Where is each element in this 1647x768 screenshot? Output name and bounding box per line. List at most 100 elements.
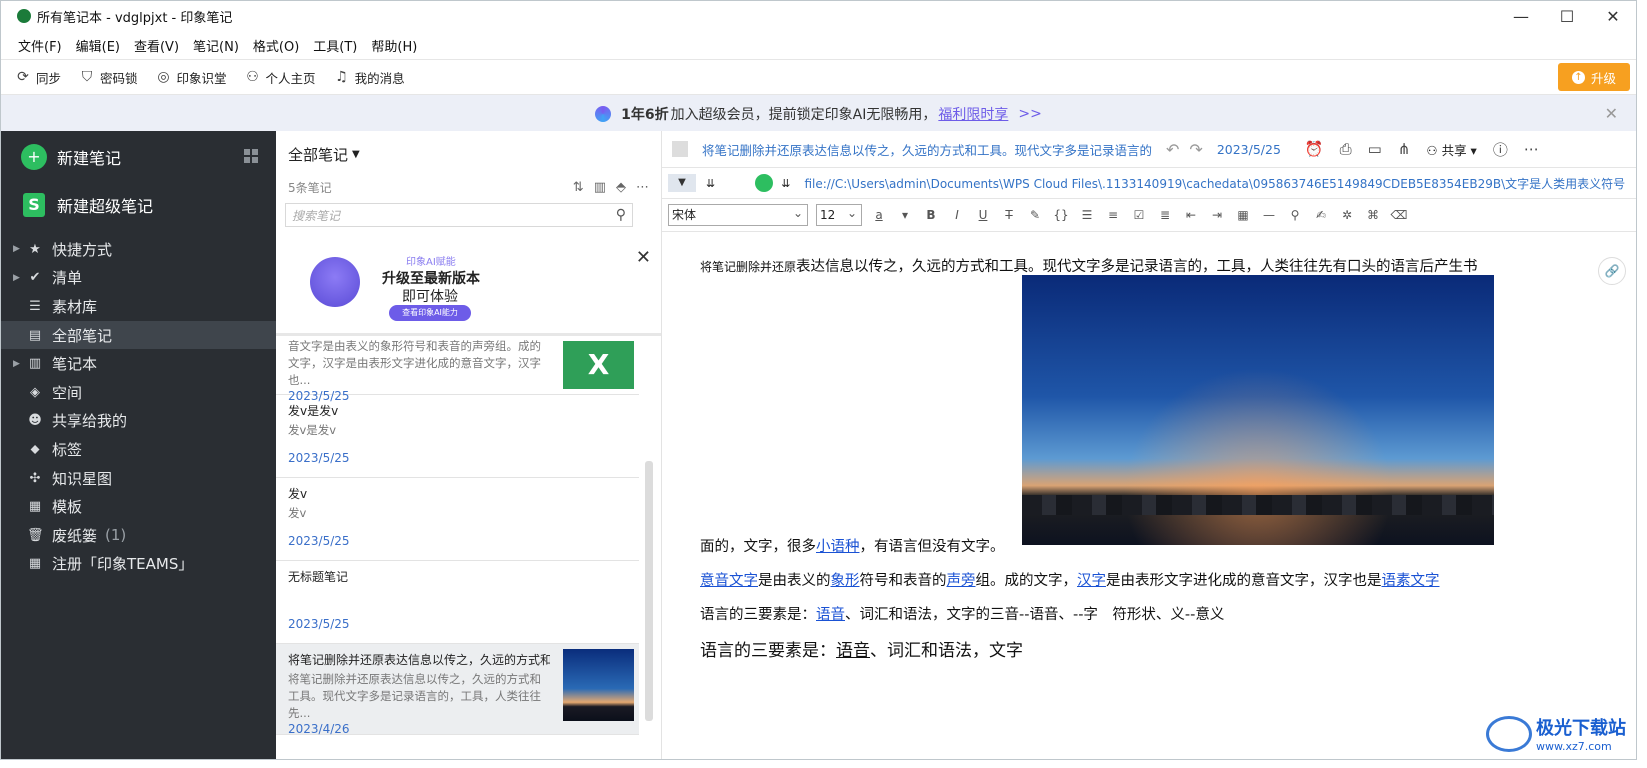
notebook-dropdown[interactable]: ▼: [668, 174, 696, 192]
info-icon[interactable]: ⓘ: [1493, 139, 1508, 160]
menu-note[interactable]: 笔记(N): [193, 36, 239, 55]
caret-right-icon[interactable]: ▶: [13, 273, 25, 283]
font-size-select[interactable]: 12: [816, 203, 862, 226]
close-icon[interactable]: ✕: [1605, 104, 1618, 123]
mindmap-icon[interactable]: ✲: [1338, 208, 1356, 222]
sidebar-item-all-notes[interactable]: ▤ 全部笔记: [1, 320, 276, 350]
sidebar-item-shared[interactable]: ☻ 共享给我的: [1, 407, 276, 436]
underline-icon[interactable]: U: [974, 208, 992, 222]
note-title[interactable]: 将笔记删除并还原表达信息以传之，久远的方式和工具。现代文字多是记录语言的: [702, 140, 1152, 159]
double-chevron-icon[interactable]: ⇊: [706, 177, 715, 190]
sidebar-item-teams[interactable]: ▦ 注册「印象TEAMS」: [1, 550, 276, 579]
upgrade-button[interactable]: ↑ 升级: [1558, 63, 1630, 91]
list-item[interactable]: 发v 发v 2023/5/25: [276, 478, 639, 561]
link[interactable]: 汉字: [1077, 573, 1106, 589]
text-color-icon[interactable]: a: [870, 208, 888, 222]
chevron-down-icon[interactable]: ▾: [896, 208, 914, 222]
divider-icon[interactable]: —: [1260, 208, 1278, 222]
list-item[interactable]: 将笔记删除并还原表达信息以传之，久远的方式和... 将笔记删除并还原表达信息以传…: [276, 644, 639, 736]
sidebar-item-shortcuts[interactable]: ▶ ★ 快捷方式: [1, 235, 276, 264]
sort-icon[interactable]: ⇅: [573, 180, 584, 195]
redo-icon[interactable]: ↷: [1189, 140, 1202, 159]
link[interactable]: 小语种: [816, 539, 860, 555]
sidebar-item-templates[interactable]: ▦ 模板: [1, 492, 276, 521]
new-note-button[interactable]: + 新建笔记: [1, 131, 276, 183]
lock-icon[interactable]: [755, 174, 774, 192]
italic-icon[interactable]: I: [948, 208, 966, 222]
table-icon[interactable]: ▦: [1234, 208, 1252, 222]
command-icon[interactable]: ⌘: [1364, 208, 1382, 222]
sidebar-item-material[interactable]: ☰ 素材库: [1, 292, 276, 321]
promo-arrows[interactable]: >>: [1018, 106, 1041, 122]
sidebar-item-checklist[interactable]: ▶ ✔ 清单: [1, 264, 276, 293]
link[interactable]: 意音文字: [700, 573, 758, 589]
undo-icon[interactable]: ↶: [1166, 140, 1179, 159]
pen-icon[interactable]: ✍: [1312, 208, 1330, 222]
sidebar-item-knowledge-graph[interactable]: ✣ 知识星图: [1, 464, 276, 493]
bold-icon[interactable]: B: [922, 208, 940, 222]
minimize-button[interactable]: —: [1498, 7, 1544, 26]
evernote-logo-icon: [17, 9, 31, 23]
search-icon[interactable]: ⚲: [616, 207, 626, 223]
numbered-list-icon[interactable]: ≡: [1104, 208, 1122, 222]
search-input[interactable]: 搜索笔记 ⚲: [285, 203, 633, 227]
print-icon[interactable]: ⎙: [1340, 140, 1352, 158]
scrollbar[interactable]: [645, 461, 653, 721]
more-icon[interactable]: ⋯: [636, 180, 649, 195]
code-icon[interactable]: {}: [1052, 208, 1070, 222]
share-network-icon[interactable]: ⋔: [1398, 140, 1411, 158]
indent-icon[interactable]: ⇥: [1208, 208, 1226, 222]
caret-right-icon[interactable]: ▶: [13, 244, 25, 254]
sidebar-item-notebooks[interactable]: ▶ ▥ 笔记本: [1, 349, 276, 378]
caret-right-icon[interactable]: ▶: [13, 359, 25, 369]
list-item[interactable]: 音文字是由表义的象形符号和表音的声旁组。成的文字，汉字是由表形文字进化成的意音文…: [276, 338, 639, 403]
new-super-note-button[interactable]: S 新建超级笔记: [1, 183, 276, 227]
link[interactable]: 语音: [816, 607, 845, 623]
highlight-icon[interactable]: ✎: [1026, 208, 1044, 222]
share-button[interactable]: ⚇ 共享 ▾: [1426, 140, 1476, 159]
list-item[interactable]: 发v是发v 发v是发v 2023/5/25: [276, 395, 639, 478]
tag-filter-icon[interactable]: ⬘: [616, 180, 626, 195]
link-icon[interactable]: 🔗: [1598, 257, 1626, 285]
menu-format[interactable]: 格式(O): [253, 36, 299, 55]
grid-icon[interactable]: [244, 149, 258, 163]
list-item[interactable]: 无标题笔记 2023/5/25: [276, 561, 639, 644]
sidebar-item-trash[interactable]: 🗑 废纸篓 (1): [1, 521, 276, 550]
sync-button[interactable]: ⟳ 同步: [15, 68, 61, 87]
profile-button[interactable]: ⚇ 个人主页: [245, 68, 315, 87]
embedded-image[interactable]: [1022, 275, 1494, 545]
menu-edit[interactable]: 编辑(E): [76, 36, 120, 55]
sidebar-item-spaces[interactable]: ◈ 空间: [1, 378, 276, 407]
more-icon[interactable]: ⋯: [1524, 140, 1539, 158]
maximize-button[interactable]: ☐: [1544, 7, 1590, 26]
checkbox-icon[interactable]: ☑: [1130, 208, 1148, 222]
attachment-icon[interactable]: ⚲: [1286, 208, 1304, 222]
note-list-header[interactable]: 全部笔记 ▼: [276, 131, 661, 177]
layout-icon[interactable]: ▥: [594, 180, 606, 195]
password-lock-button[interactable]: ⛉ 密码锁: [79, 68, 138, 87]
link[interactable]: 象形: [831, 573, 860, 589]
menu-help[interactable]: 帮助(H): [371, 36, 417, 55]
present-icon[interactable]: ▭: [1368, 140, 1382, 158]
close-icon[interactable]: ✕: [636, 247, 651, 268]
outdent-icon[interactable]: ⇤: [1182, 208, 1200, 222]
source-url[interactable]: file://C:\Users\admin\Documents\WPS Clou…: [804, 175, 1625, 192]
link[interactable]: 声旁: [947, 573, 976, 589]
menu-file[interactable]: 文件(F): [18, 36, 62, 55]
bullet-list-icon[interactable]: ☰: [1078, 208, 1096, 222]
double-chevron-icon[interactable]: ⇊: [781, 177, 790, 190]
promo-link[interactable]: 福利限时享: [938, 104, 1008, 124]
clear-format-icon[interactable]: ⌫: [1390, 208, 1408, 222]
messages-button[interactable]: ♫ 我的消息: [334, 68, 404, 87]
sidebar-item-tags[interactable]: ⬥ 标签: [1, 435, 276, 464]
alarm-icon[interactable]: ⏰: [1305, 140, 1324, 158]
menu-view[interactable]: 查看(V): [134, 36, 179, 55]
align-icon[interactable]: ≣: [1156, 208, 1174, 222]
link[interactable]: 语素文字: [1382, 573, 1440, 589]
font-family-select[interactable]: 宋体: [668, 203, 808, 226]
learning-hall-button[interactable]: ◎ 印象识堂: [156, 68, 226, 87]
menu-tools[interactable]: 工具(T): [313, 36, 357, 55]
close-button[interactable]: ✕: [1590, 7, 1636, 26]
ad-button[interactable]: 查看印象AI能力: [389, 305, 471, 321]
strikethrough-icon[interactable]: T: [1000, 208, 1018, 222]
